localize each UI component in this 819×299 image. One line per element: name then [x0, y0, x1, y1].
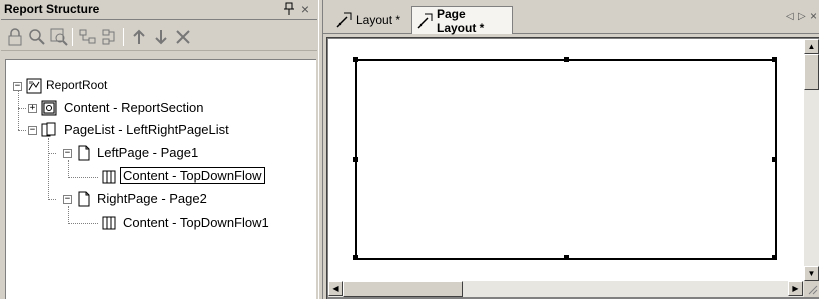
page-list-icon	[41, 122, 57, 138]
resize-handle-n[interactable]	[564, 57, 569, 62]
tree-item-content-topdownflow1[interactable]: Content - TopDownFlow1	[6, 213, 306, 233]
page-boundary[interactable]	[353, 57, 777, 260]
report-root-icon	[26, 78, 42, 94]
zoom-icon[interactable]	[27, 27, 47, 47]
toolbar-separator	[72, 28, 73, 46]
collapse-toggle[interactable]: −	[63, 195, 72, 204]
page-layout-tab-icon	[416, 12, 434, 30]
scroll-left-button[interactable]: ◀	[328, 281, 343, 296]
tree-item-label: RightPage - Page2	[97, 191, 207, 206]
horizontal-scrollbar[interactable]: ◀ ▶	[328, 281, 804, 297]
collapse-toggle[interactable]: −	[63, 149, 72, 158]
tab-label: Layout *	[356, 13, 401, 27]
delete-icon[interactable]	[173, 27, 193, 47]
panel-title-bar: Report Structure ×	[1, 0, 317, 20]
tree-item-label: PageList - LeftRightPageList	[64, 122, 229, 137]
resize-handle-sw[interactable]	[353, 255, 358, 260]
resize-handle-e[interactable]	[772, 157, 777, 162]
report-section-icon	[41, 100, 57, 116]
collapse-toggle[interactable]: −	[13, 82, 22, 91]
tree-item-leftpage[interactable]: − LeftPage - Page1	[6, 143, 306, 163]
tab-next-icon[interactable]: ▷	[798, 11, 806, 22]
scroll-up-button[interactable]: ▲	[804, 39, 819, 54]
pin-icon[interactable]	[283, 2, 295, 16]
resize-handle-w[interactable]	[353, 157, 358, 162]
vertical-scroll-thumb[interactable]	[804, 54, 819, 90]
scroll-right-button[interactable]: ▶	[788, 281, 803, 296]
flow-icon	[101, 215, 117, 231]
panel-title: Report Structure	[4, 2, 100, 16]
horizontal-scroll-thumb[interactable]	[343, 281, 463, 297]
page-icon	[76, 145, 92, 161]
tree-item-rightpage[interactable]: − RightPage - Page2	[6, 189, 306, 209]
tab-prev-icon[interactable]: ◁	[786, 11, 794, 22]
design-canvas[interactable]	[328, 39, 804, 281]
resize-handle-ne[interactable]	[772, 57, 777, 62]
zoom-region-icon[interactable]	[49, 27, 69, 47]
lock-icon[interactable]	[5, 27, 25, 47]
tree-item-label: Content - TopDownFlow1	[123, 215, 269, 230]
toolbar-separator	[123, 28, 124, 46]
link-icon[interactable]	[78, 27, 98, 47]
resize-handle-se[interactable]	[772, 255, 777, 260]
layout-tab-icon	[335, 11, 353, 29]
move-up-icon[interactable]	[129, 27, 149, 47]
collapse-toggle[interactable]: −	[28, 126, 37, 135]
vertical-scrollbar[interactable]: ▲ ▼	[804, 39, 819, 281]
tree-item-content-reportsection[interactable]: + Content - ReportSection	[6, 98, 306, 118]
tree-item-label: Content - ReportSection	[64, 100, 204, 115]
scroll-corner	[804, 281, 819, 297]
tab-label: Page Layout *	[437, 6, 485, 35]
report-structure-panel: Report Structure × − ReportRoot + Conten…	[0, 0, 318, 299]
editor-panel: Layout * Page Layout * ◁ ▷ × ▲ ▼ ◀ ▶	[323, 0, 819, 299]
tree-item-pagelist[interactable]: − PageList - LeftRightPageList	[6, 120, 306, 140]
tree-item-label-selected: Content - TopDownFlow	[120, 167, 265, 184]
scroll-down-button[interactable]: ▼	[804, 266, 819, 281]
structure-toolbar	[1, 21, 317, 51]
tree-item-label: LeftPage - Page1	[97, 145, 199, 160]
move-down-icon[interactable]	[151, 27, 171, 47]
structure-tree: − ReportRoot + Content - ReportSection −…	[5, 59, 316, 299]
tree-item-label: ReportRoot	[46, 78, 108, 92]
panel-close-icon[interactable]: ×	[299, 2, 311, 16]
unlink-icon[interactable]	[100, 27, 120, 47]
tree-item-reportroot[interactable]: − ReportRoot	[6, 76, 306, 96]
tab-close-icon[interactable]: ×	[810, 9, 817, 23]
expand-toggle[interactable]: +	[28, 104, 37, 113]
tab-page-layout[interactable]: Page Layout *	[411, 6, 513, 35]
resize-handle-s[interactable]	[564, 255, 569, 260]
tab-strip: Layout * Page Layout * ◁ ▷ ×	[323, 0, 819, 35]
resize-handle-nw[interactable]	[353, 57, 358, 62]
page-icon	[76, 191, 92, 207]
tab-layout[interactable]: Layout *	[331, 6, 404, 34]
tree-item-content-topdownflow[interactable]: Content - TopDownFlow	[6, 167, 306, 187]
flow-icon	[101, 169, 117, 185]
page-layout-editor: ▲ ▼ ◀ ▶	[326, 37, 819, 299]
